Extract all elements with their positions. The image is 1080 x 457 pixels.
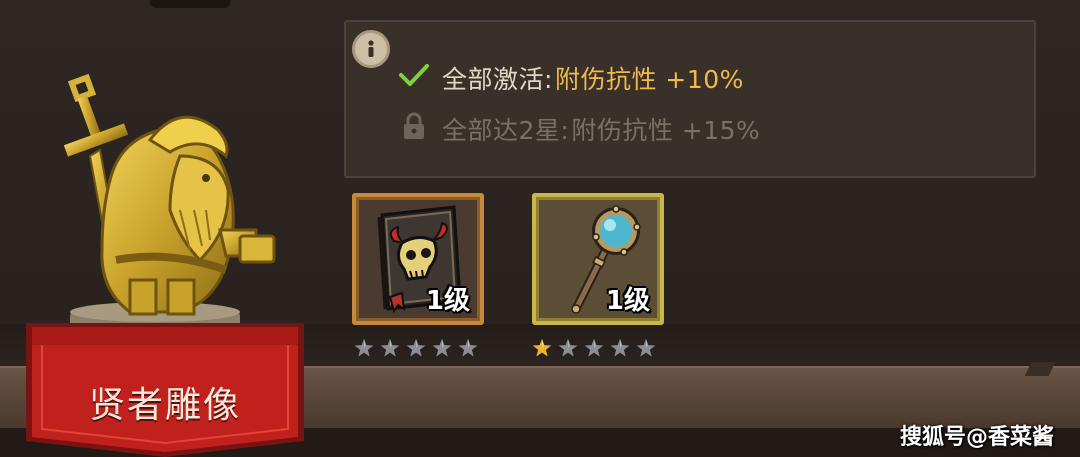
star-empty-icon <box>456 336 480 360</box>
star-empty-icon <box>634 336 658 360</box>
item-level: 1级 <box>425 286 470 316</box>
star-empty-icon <box>556 336 580 360</box>
bonus-condition: 全部激活: <box>442 65 553 94</box>
bonus-value: 附伤抗性 +10% <box>554 65 744 94</box>
star-empty-icon <box>404 336 428 360</box>
item-slot-book[interactable]: 1级 <box>352 193 484 325</box>
star-empty-icon <box>608 336 632 360</box>
bonus-row-two-star: 全部达2星: 附伤抗性 +15% <box>398 111 760 147</box>
star-empty-icon <box>352 336 376 360</box>
item-slot-staff[interactable]: 1级 <box>532 193 664 325</box>
star-filled-icon <box>530 336 554 360</box>
top-notch <box>150 0 230 8</box>
info-icon[interactable] <box>352 30 390 68</box>
item-level: 1级 <box>605 286 650 316</box>
lock-icon <box>398 111 430 147</box>
star-rating-book <box>352 336 480 360</box>
star-empty-icon <box>378 336 402 360</box>
bonus-info-panel <box>344 20 1036 178</box>
statue-name: 贤者雕像 <box>88 385 241 426</box>
bonus-value: 附伤抗性 +15% <box>571 116 761 145</box>
star-empty-icon <box>582 336 606 360</box>
watermark: 搜狐号@香菜酱 <box>899 425 1054 450</box>
star-rating-staff <box>530 336 658 360</box>
bonus-row-activate-all: 全部激活: 附伤抗性 +10% <box>398 60 744 96</box>
bonus-condition: 全部达2星: <box>442 116 570 145</box>
star-empty-icon <box>430 336 454 360</box>
golden-statue-icon <box>63 73 276 346</box>
check-icon <box>398 62 430 94</box>
